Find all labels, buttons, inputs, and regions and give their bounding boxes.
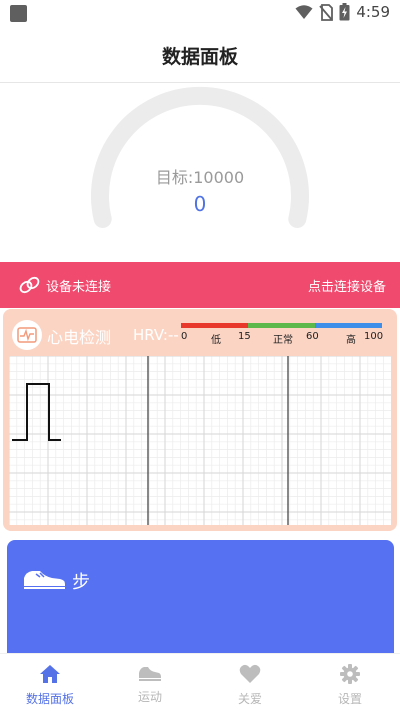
steps-label: 步	[72, 572, 90, 593]
step-gauge: 目标:10000 0	[0, 84, 400, 262]
hrv-low-segment	[181, 323, 248, 328]
notification-icon	[10, 5, 27, 22]
link-icon	[19, 276, 40, 294]
hrv-tick: 低	[211, 335, 221, 346]
heart-icon	[239, 664, 261, 683]
connect-device-link[interactable]: 点击连接设备	[308, 276, 386, 295]
bottom-nav: 数据面板 运动 关爱 设置	[0, 653, 400, 711]
shoe-icon	[24, 571, 65, 589]
status-icons: 4:59	[295, 3, 390, 21]
hrv-tick: 15	[238, 331, 251, 342]
gauge-step-value: 0	[193, 192, 207, 216]
ecg-header: 心电检测 HRV:-- 0 低 15 正常 60 高 100	[3, 309, 397, 355]
hrv-color-bar	[181, 323, 382, 328]
hrv-normal-segment	[248, 323, 315, 328]
connection-status-text: 设备未连接	[46, 279, 112, 295]
nav-item-label: 设置	[337, 692, 362, 706]
battery-charging-icon	[339, 3, 350, 21]
hrv-tick: 0	[181, 331, 188, 342]
no-sim-icon	[319, 3, 334, 21]
hrv-tick: 正常	[273, 335, 293, 346]
hrv-tick: 100	[364, 331, 384, 342]
nav-item-dashboard[interactable]: 数据面板	[0, 654, 100, 711]
page-title: 数据面板	[161, 45, 238, 68]
hrv-tick: 高	[346, 335, 356, 346]
nav-item-sport[interactable]: 运动	[100, 654, 200, 711]
hrv-scale: 0 低 15 正常 60 高 100	[181, 323, 384, 347]
ecg-panel: 心电检测 HRV:-- 0 低 15 正常 60 高 100	[3, 309, 397, 531]
app-header: 数据面板	[0, 28, 400, 83]
ecg-title: 心电检测	[47, 328, 112, 347]
nav-item-care[interactable]: 关爱	[200, 654, 300, 711]
connection-status: 设备未连接	[18, 275, 111, 295]
nav-item-settings[interactable]: 设置	[300, 654, 400, 711]
nav-item-label: 关爱	[237, 692, 262, 706]
nav-item-label: 运动	[137, 690, 162, 704]
gauge-target-label: 目标:10000	[155, 168, 245, 187]
hrv-tick: 60	[306, 331, 319, 342]
gear-icon	[340, 664, 360, 684]
hrv-label: HRV:--	[133, 326, 179, 344]
nav-item-label: 数据面板	[25, 692, 74, 706]
ecg-grid-svg	[8, 355, 391, 525]
ecg-icon	[12, 320, 42, 350]
ecg-chart	[8, 355, 391, 525]
steps-card[interactable]: 步	[7, 540, 394, 670]
device-connect-bar[interactable]: 设备未连接 点击连接设备	[0, 262, 400, 308]
shoe-icon	[139, 667, 161, 681]
status-time: 4:59	[356, 3, 390, 21]
hrv-high-segment	[315, 323, 382, 328]
ecg-calibration-pulse	[12, 383, 61, 441]
home-icon	[40, 665, 60, 683]
hrv-ticks: 0 低 15 正常 60 高 100	[181, 331, 384, 347]
wifi-icon	[295, 5, 313, 19]
status-bar: 4:59	[0, 0, 400, 28]
